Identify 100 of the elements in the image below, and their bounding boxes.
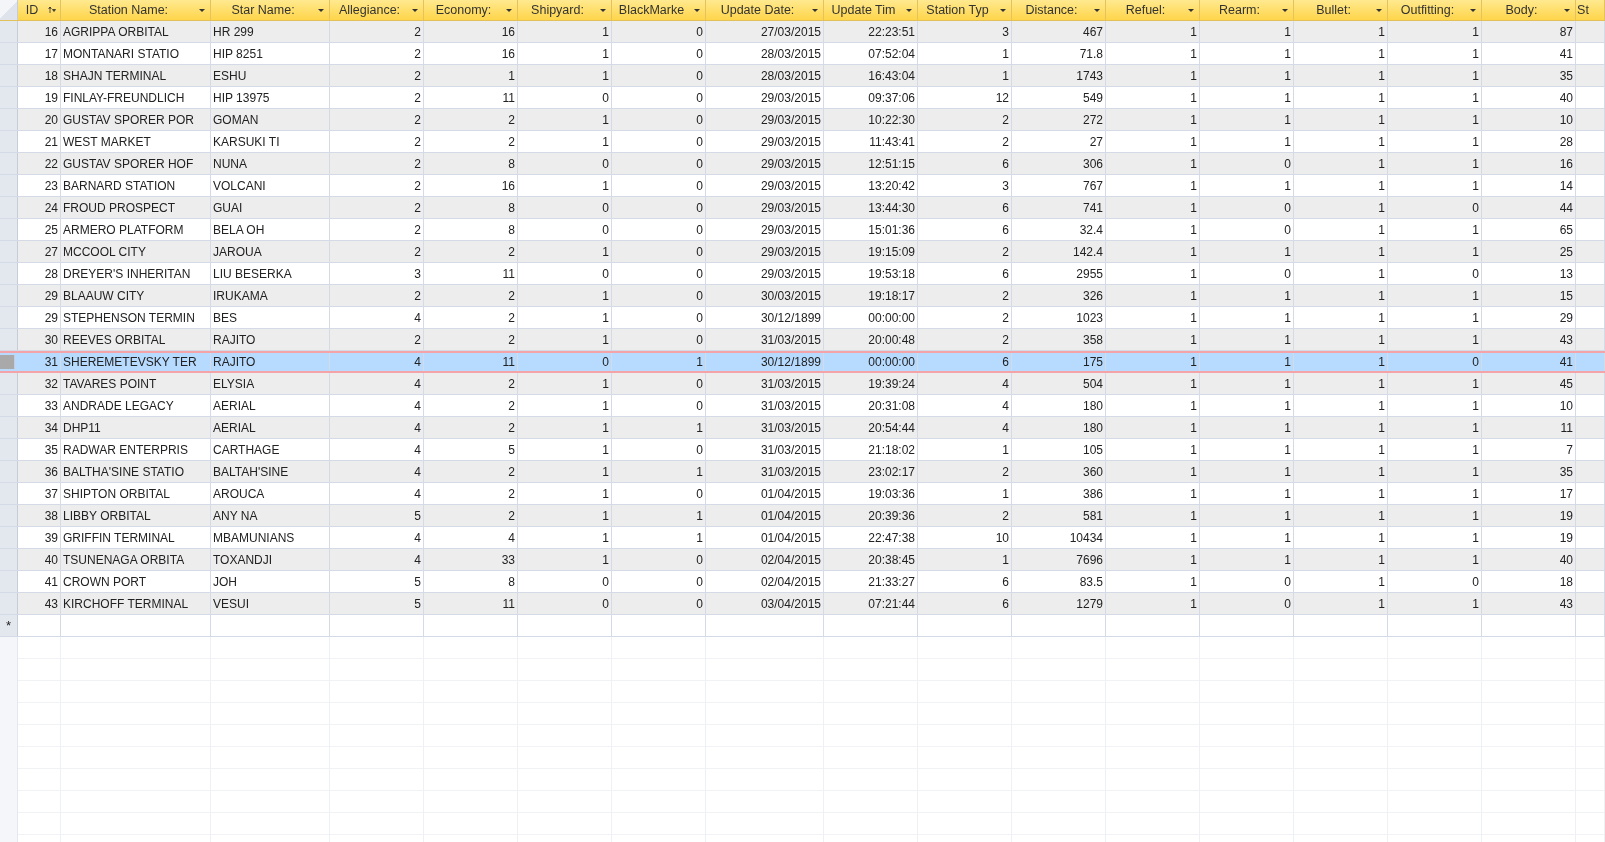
- table-cell: 4: [330, 527, 424, 548]
- table-row[interactable]: 38 LIBBY ORBITAL ANY NA 5 2 1 1 01/04/2015 20:39:36 2 581 1 1 1 1 19: [0, 505, 1605, 527]
- column-header[interactable]: Rearm:: [1200, 0, 1294, 20]
- dropdown-arrow-icon[interactable]: [1281, 6, 1289, 14]
- record-selector[interactable]: [0, 131, 18, 152]
- table-row[interactable]: 24 FROUD PROSPECT GUAI 2 8 0 0 29/03/2015 13:44:30 6 741 1 0 1 0 44: [0, 197, 1605, 219]
- table-cell: 15: [1482, 285, 1576, 306]
- record-selector[interactable]: [0, 417, 18, 438]
- table-row[interactable]: 29 STEPHENSON TERMIN BES 4 2 1 0 30/12/1899 00:00:00 2 1023 1 1 1 1 29: [0, 307, 1605, 329]
- table-row[interactable]: 19 FINLAY-FREUNDLICH HIP 13975 2 11 0 0 29/03/2015 09:37:06 12 549 1 1 1 1 40: [0, 87, 1605, 109]
- column-header[interactable]: Update Tim: [824, 0, 918, 20]
- table-row[interactable]: 36 BALTHA'SINE STATIO BALTAH'SINE 4 2 1 1 31/03/2015 23:02:17 2 360 1 1 1 1 35: [0, 461, 1605, 483]
- record-selector[interactable]: [0, 197, 18, 218]
- column-header[interactable]: Distance:: [1012, 0, 1106, 20]
- column-header[interactable]: BlackMarke: [612, 0, 706, 20]
- record-selector[interactable]: [0, 65, 18, 86]
- record-selector[interactable]: [0, 329, 18, 350]
- record-selector[interactable]: [0, 505, 18, 526]
- dropdown-arrow-icon[interactable]: [317, 6, 325, 14]
- table-row[interactable]: 23 BARNARD STATION VOLCANI 2 16 1 0 29/03/2015 13:20:42 3 767 1 1 1 1 14: [0, 175, 1605, 197]
- new-record-marker[interactable]: *: [0, 615, 18, 636]
- column-header[interactable]: Station Name:: [61, 0, 211, 20]
- column-header[interactable]: Station Typ: [918, 0, 1012, 20]
- table-cell: 18: [1482, 571, 1576, 592]
- dropdown-arrow-icon[interactable]: [999, 6, 1007, 14]
- table-row[interactable]: 40 TSUNENAGA ORBITA TOXANDJI 4 33 1 0 02/04/2015 20:38:45 1 7696 1 1 1 1 40: [0, 549, 1605, 571]
- dropdown-arrow-icon[interactable]: [599, 6, 607, 14]
- record-selector[interactable]: [0, 373, 18, 394]
- column-header[interactable]: Shipyard:: [518, 0, 612, 20]
- record-selector[interactable]: [0, 109, 18, 130]
- column-header[interactable]: Star Name:: [211, 0, 330, 20]
- column-header[interactable]: Update Date:: [706, 0, 824, 20]
- table-row[interactable]: 20 GUSTAV SPORER POR GOMAN 2 2 1 0 29/03/2015 10:22:30 2 272 1 1 1 1 10: [0, 109, 1605, 131]
- record-selector[interactable]: [0, 153, 18, 174]
- table-cell: 1: [1294, 87, 1388, 108]
- column-header[interactable]: Refuel:: [1106, 0, 1200, 20]
- dropdown-arrow-icon[interactable]: [1375, 6, 1383, 14]
- record-selector[interactable]: [0, 307, 18, 328]
- table-row[interactable]: 18 SHAJN TERMINAL ESHU 2 1 1 0 28/03/2015 16:43:04 1 1743 1 1 1 1 35: [0, 65, 1605, 87]
- table-row[interactable]: 33 ANDRADE LEGACY AERIAL 4 2 1 0 31/03/2015 20:31:08 4 180 1 1 1 1 10: [0, 395, 1605, 417]
- table-cell: 43: [1482, 329, 1576, 350]
- column-header[interactable]: ID: [18, 0, 61, 20]
- table-cell: 1: [518, 439, 612, 460]
- sort-ascending-icon[interactable]: [48, 6, 56, 14]
- table-cell: 4: [330, 461, 424, 482]
- dropdown-arrow-icon[interactable]: [811, 6, 819, 14]
- table-row[interactable]: 35 RADWAR ENTERPRIS CARTHAGE 4 5 1 0 31/03/2015 21:18:02 1 105 1 1 1 1 7: [0, 439, 1605, 461]
- table-cell: 1: [1106, 461, 1200, 482]
- table-row[interactable]: 39 GRIFFIN TERMINAL MBAMUNIANS 4 4 1 1 01/04/2015 22:47:38 10 10434 1 1 1 1 19: [0, 527, 1605, 549]
- record-selector[interactable]: [0, 241, 18, 262]
- record-selector[interactable]: [0, 175, 18, 196]
- record-selector[interactable]: [0, 21, 18, 42]
- table-row[interactable]: 30 REEVES ORBITAL RAJITO 2 2 1 0 31/03/2015 20:00:48 2 358 1 1 1 1 43: [0, 329, 1605, 351]
- column-header[interactable]: St: [1576, 0, 1605, 20]
- table-row[interactable]: 22 GUSTAV SPORER HOF NUNA 2 8 0 0 29/03/2015 12:51:15 6 306 1 0 1 1 16: [0, 153, 1605, 175]
- dropdown-arrow-icon[interactable]: [1563, 6, 1571, 14]
- record-selector[interactable]: [0, 571, 18, 592]
- table-row[interactable]: 28 DREYER'S INHERITAN LIU BESERKA 3 11 0 0 29/03/2015 19:53:18 6 2955 1 0 1 0 13: [0, 263, 1605, 285]
- column-header[interactable]: Allegiance:: [330, 0, 424, 20]
- dropdown-arrow-icon[interactable]: [1187, 6, 1195, 14]
- table-cell: 1: [1388, 417, 1482, 438]
- dropdown-arrow-icon[interactable]: [505, 6, 513, 14]
- table-row[interactable]: 34 DHP11 AERIAL 4 2 1 1 31/03/2015 20:54:44 4 180 1 1 1 1 11: [0, 417, 1605, 439]
- select-all-corner[interactable]: [0, 0, 18, 20]
- table-cell: 38: [18, 505, 61, 526]
- column-header[interactable]: Body:: [1482, 0, 1576, 20]
- table-cell: REEVES ORBITAL: [61, 329, 211, 350]
- table-row[interactable]: 37 SHIPTON ORBITAL AROUCA 4 2 1 0 01/04/2015 19:03:36 1 386 1 1 1 1 17: [0, 483, 1605, 505]
- dropdown-arrow-icon[interactable]: [693, 6, 701, 14]
- table-row[interactable]: 32 TAVARES POINT ELYSIA 4 2 1 0 31/03/2015 19:39:24 4 504 1 1 1 1 45: [0, 373, 1605, 395]
- dropdown-arrow-icon[interactable]: [1093, 6, 1101, 14]
- record-selector[interactable]: [0, 43, 18, 64]
- dropdown-arrow-icon[interactable]: [411, 6, 419, 14]
- table-row[interactable]: 43 KIRCHOFF TERMINAL VESUI 5 11 0 0 03/04/2015 07:21:44 6 1279 1 0 1 1 43: [0, 593, 1605, 615]
- table-row[interactable]: 29 BLAAUW CITY IRUKAMA 2 2 1 0 30/03/2015 19:18:17 2 326 1 1 1 1 15: [0, 285, 1605, 307]
- record-selector[interactable]: [0, 483, 18, 504]
- record-selector[interactable]: [0, 593, 18, 614]
- record-selector[interactable]: [0, 461, 18, 482]
- column-header[interactable]: Economy:: [424, 0, 518, 20]
- record-selector[interactable]: [0, 439, 18, 460]
- column-header[interactable]: Bullet:: [1294, 0, 1388, 20]
- record-selector[interactable]: [0, 395, 18, 416]
- table-row[interactable]: 17 MONTANARI STATIO HIP 8251 2 16 1 0 28/03/2015 07:52:04 1 71.8 1 1 1 1 41: [0, 43, 1605, 65]
- dropdown-arrow-icon[interactable]: [905, 6, 913, 14]
- dropdown-arrow-icon[interactable]: [1469, 6, 1477, 14]
- record-selector[interactable]: [0, 263, 18, 284]
- record-selector[interactable]: [0, 355, 15, 369]
- record-selector[interactable]: [0, 527, 18, 548]
- record-selector[interactable]: [0, 285, 18, 306]
- table-row[interactable]: 25 ARMERO PLATFORM BELA OH 2 8 0 0 29/03/2015 15:01:36 6 32.4 1 0 1 1 65: [0, 219, 1605, 241]
- table-row[interactable]: 41 CROWN PORT JOH 5 8 0 0 02/04/2015 21:33:27 6 83.5 1 0 1 0 18: [0, 571, 1605, 593]
- column-header[interactable]: Outfitting:: [1388, 0, 1482, 20]
- dropdown-arrow-icon[interactable]: [198, 6, 206, 14]
- table-row[interactable]: 16 AGRIPPA ORBITAL HR 299 2 16 1 0 27/03/2015 22:23:51 3 467 1 1 1 1 87: [0, 21, 1605, 43]
- record-selector[interactable]: [0, 87, 18, 108]
- record-selector[interactable]: [0, 549, 18, 570]
- record-selector[interactable]: [0, 219, 18, 240]
- table-row[interactable]: 31 SHEREMETEVSKY TER RAJITO 4 11 0 1 30/12/1899 00:00:00 6 175 1 1 1 0 41: [0, 351, 1605, 373]
- table-row[interactable]: 27 MCCOOL CITY JAROUA 2 2 1 0 29/03/2015 19:15:09 2 142.4 1 1 1 1 25: [0, 241, 1605, 263]
- table-row[interactable]: 21 WEST MARKET KARSUKI TI 2 2 1 0 29/03/2015 11:43:41 2 27 1 1 1 1 28: [0, 131, 1605, 153]
